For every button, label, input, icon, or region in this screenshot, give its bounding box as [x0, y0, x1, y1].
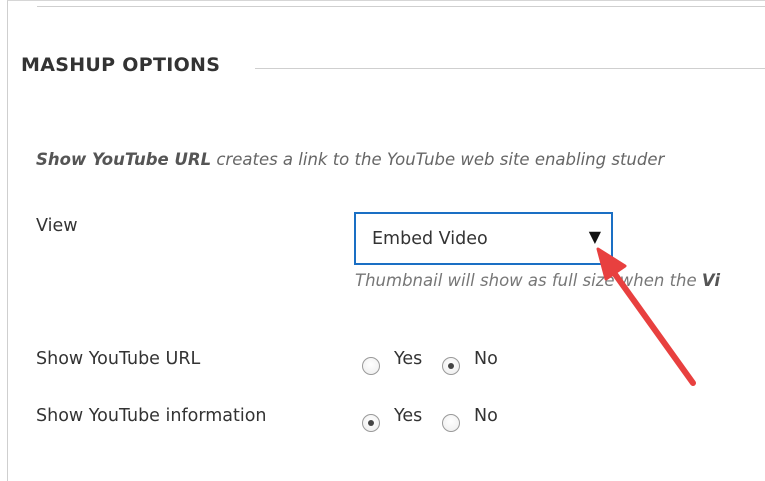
view-select-value: Embed Video	[372, 229, 488, 249]
view-help-bold: Vi	[701, 271, 721, 290]
show-url-yes-label[interactable]: Yes	[394, 349, 422, 369]
section-divider	[255, 68, 765, 69]
intro-text: Show YouTube URL creates a link to the Y…	[36, 150, 664, 169]
show-url-yes-radio[interactable]	[362, 357, 380, 375]
show-info-no-label[interactable]: No	[474, 406, 498, 426]
top-divider	[37, 6, 765, 7]
view-help-text: Thumbnail will show as full size when th…	[355, 271, 720, 290]
show-info-label: Show YouTube information	[36, 406, 267, 426]
show-info-yes-radio[interactable]	[362, 414, 380, 432]
section-heading: MASHUP OPTIONS	[21, 54, 221, 76]
intro-rest-text: creates a link to the YouTube web site e…	[211, 150, 665, 169]
show-url-no-radio[interactable]	[442, 357, 460, 375]
show-info-yes-label[interactable]: Yes	[394, 406, 422, 426]
show-info-no-radio[interactable]	[442, 414, 460, 432]
intro-bold-text: Show YouTube URL	[36, 150, 212, 169]
view-help-prefix: Thumbnail will show as full size when th…	[355, 271, 702, 290]
view-select[interactable]: Embed Video ▼	[354, 212, 613, 265]
view-label: View	[36, 216, 78, 236]
caret-down-icon: ▼	[588, 227, 601, 246]
show-url-label: Show YouTube URL	[36, 349, 201, 369]
show-url-no-label[interactable]: No	[474, 349, 498, 369]
